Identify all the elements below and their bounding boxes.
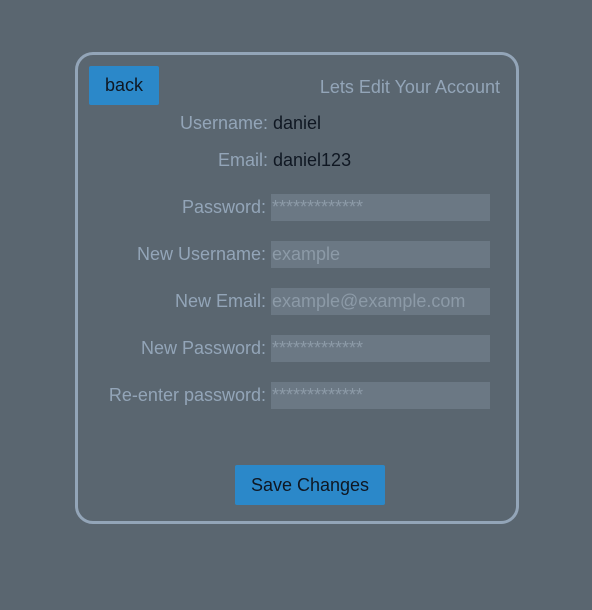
- new-username-field[interactable]: [271, 241, 490, 268]
- new-username-label: New Username:: [136, 244, 266, 264]
- reenter-password-field[interactable]: [271, 382, 490, 409]
- back-button[interactable]: back: [89, 66, 159, 105]
- password-field[interactable]: [271, 194, 490, 221]
- new-email-field[interactable]: [271, 288, 490, 315]
- reenter-password-label: Re-enter password:: [108, 385, 266, 405]
- email-label: Email:: [217, 150, 268, 170]
- new-email-label: New Email:: [174, 291, 266, 311]
- new-password-label: New Password:: [140, 338, 266, 358]
- page-title: Lets Edit Your Account: [319, 77, 500, 97]
- new-password-field[interactable]: [271, 335, 490, 362]
- password-label: Password:: [181, 197, 266, 217]
- save-changes-button[interactable]: Save Changes: [235, 465, 385, 505]
- username-value: daniel: [273, 113, 322, 133]
- email-value: daniel123: [273, 150, 352, 170]
- username-label: Username:: [179, 113, 268, 133]
